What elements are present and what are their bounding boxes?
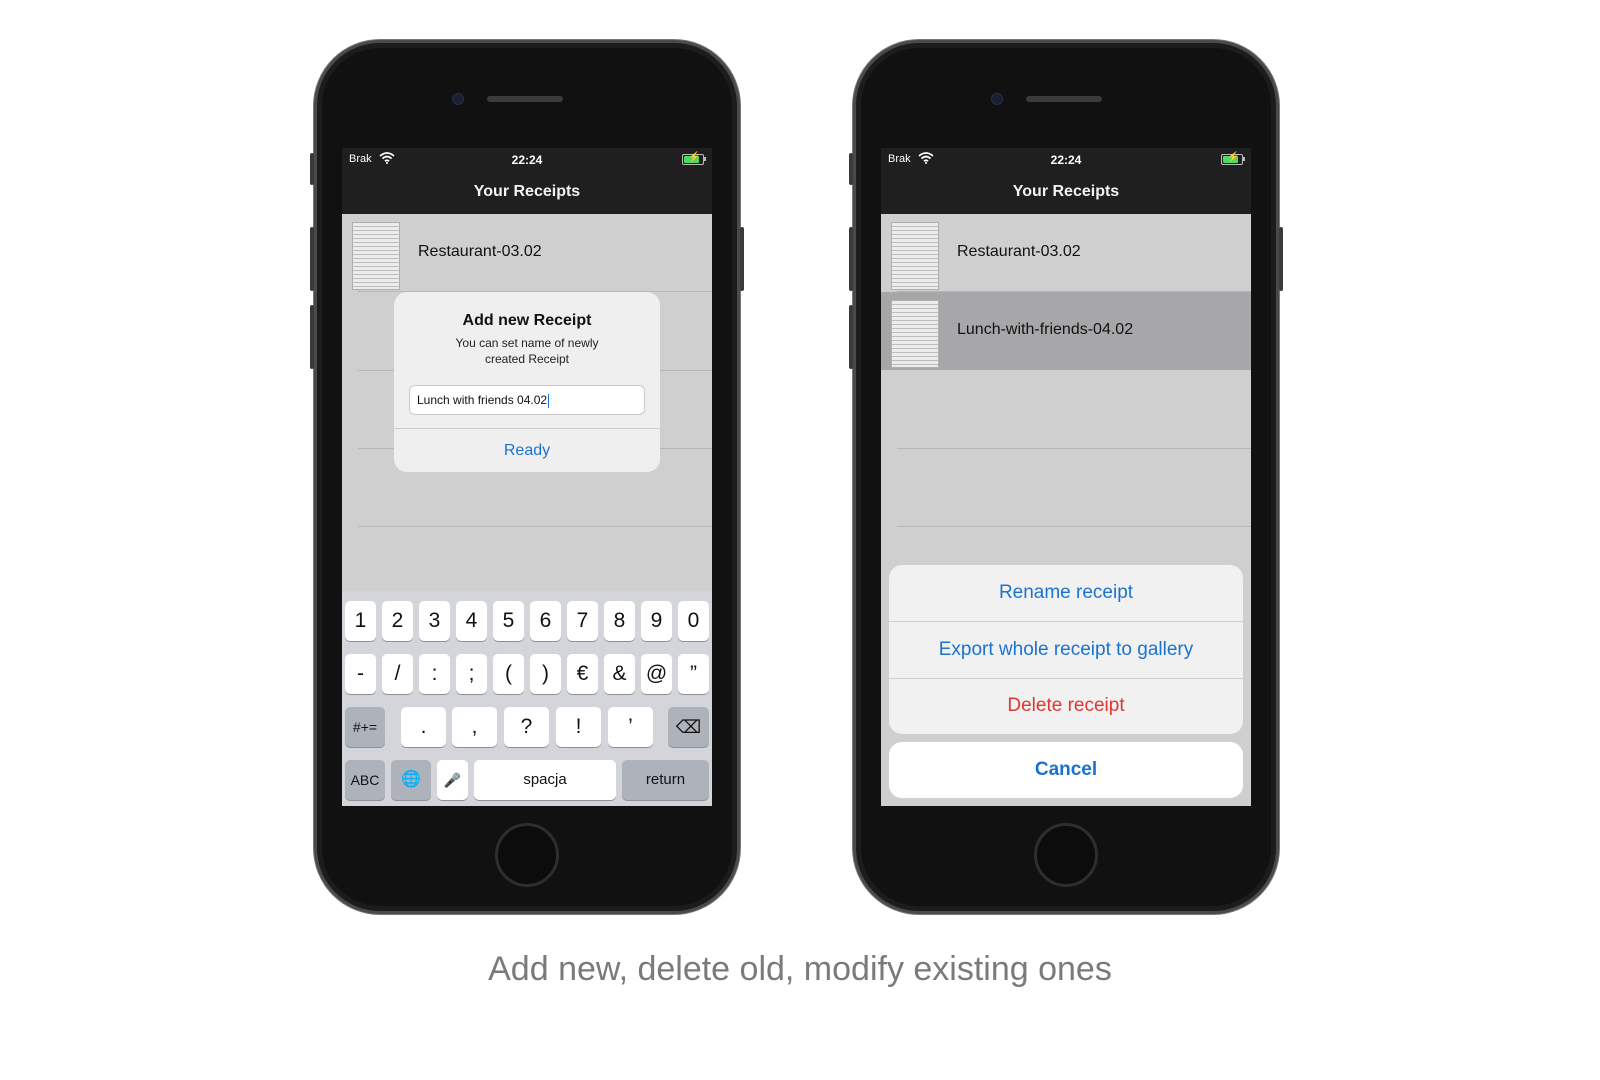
receipt-thumbnail — [891, 222, 939, 290]
key[interactable]: ’ — [608, 707, 653, 747]
volume-down-button — [849, 305, 853, 369]
earpiece-speaker — [1026, 96, 1102, 102]
key[interactable]: 9 — [641, 601, 672, 641]
row-divider — [358, 526, 712, 527]
battery-icon: ⚡ — [682, 152, 706, 165]
volume-down-button — [310, 305, 314, 369]
key[interactable]: ) — [530, 654, 561, 694]
key[interactable]: ? — [504, 707, 549, 747]
row-divider — [897, 448, 1251, 449]
input-value: Lunch with friends 04.02 — [417, 393, 548, 407]
earpiece-speaker — [487, 96, 563, 102]
list-item[interactable]: Restaurant-03.02 — [342, 214, 712, 292]
receipt-name: Restaurant-03.02 — [418, 243, 542, 260]
key[interactable]: 2 — [382, 601, 413, 641]
delete-key[interactable]: ⌫ — [668, 707, 709, 747]
battery-icon: ⚡ — [1221, 152, 1245, 165]
list-item[interactable]: Restaurant-03.02 — [881, 214, 1251, 292]
receipt-thumbnail — [891, 300, 939, 368]
key[interactable]: . — [401, 707, 446, 747]
screen: Brak 22:24 ⚡ Your Receipts Restaurant-03… — [342, 148, 712, 806]
symbols-toggle-key[interactable]: #+= — [345, 707, 385, 747]
nav-title: Your Receipts — [342, 170, 712, 214]
ready-button[interactable]: Ready — [394, 429, 660, 472]
key[interactable]: , — [452, 707, 497, 747]
key[interactable]: 1 — [345, 601, 376, 641]
key[interactable]: & — [604, 654, 635, 694]
receipt-name: Restaurant-03.02 — [957, 243, 1081, 260]
cancel-button[interactable]: Cancel — [889, 742, 1243, 798]
action-sheet: Rename receipt Export whole receipt to g… — [889, 565, 1243, 734]
rename-receipt-button[interactable]: Rename receipt — [889, 565, 1243, 621]
key[interactable]: : — [419, 654, 450, 694]
status-bar: Brak 22:24 ⚡ — [881, 148, 1251, 170]
receipt-name-input[interactable]: Lunch with friends 04.02 — [409, 385, 645, 415]
receipt-name: Lunch-with-friends-04.02 — [957, 321, 1134, 338]
key[interactable]: 3 — [419, 601, 450, 641]
front-camera — [452, 93, 464, 105]
phone-left: Brak 22:24 ⚡ Your Receipts Restaurant-03… — [310, 40, 744, 914]
text-caret — [548, 393, 550, 408]
list-item-selected[interactable]: Lunch-with-friends-04.02 — [881, 292, 1251, 370]
keyboard: 1 2 3 4 5 6 7 8 9 0 - / : ; ( ) € & @ ” … — [342, 591, 712, 806]
status-time: 22:24 — [511, 153, 543, 167]
microphone-key[interactable]: 🎤 — [437, 760, 468, 800]
delete-receipt-button[interactable]: Delete receipt — [889, 678, 1243, 734]
key[interactable]: ! — [556, 707, 601, 747]
volume-up-button — [849, 227, 853, 291]
key[interactable]: 0 — [678, 601, 709, 641]
status-time: 22:24 — [1050, 153, 1082, 167]
receipt-thumbnail — [352, 222, 400, 290]
key[interactable]: 6 — [530, 601, 561, 641]
power-button — [1279, 227, 1283, 291]
return-key[interactable]: return — [622, 760, 709, 800]
key[interactable]: 4 — [456, 601, 487, 641]
key[interactable]: / — [382, 654, 413, 694]
alert-title: Add new Receipt — [462, 312, 592, 329]
key[interactable]: ” — [678, 654, 709, 694]
nav-title: Your Receipts — [881, 170, 1251, 214]
status-bar: Brak 22:24 ⚡ — [342, 148, 712, 170]
home-button[interactable] — [1034, 823, 1098, 887]
page-caption: Add new, delete old, modify existing one… — [488, 950, 1112, 988]
front-camera — [991, 93, 1003, 105]
key[interactable]: @ — [641, 654, 672, 694]
key[interactable]: € — [567, 654, 598, 694]
export-receipt-button[interactable]: Export whole receipt to gallery — [889, 622, 1243, 678]
mute-switch — [849, 153, 853, 185]
volume-up-button — [310, 227, 314, 291]
key[interactable]: ( — [493, 654, 524, 694]
screen: Brak 22:24 ⚡ Your Receipts Restaurant-03… — [881, 148, 1251, 806]
phone-right: Brak 22:24 ⚡ Your Receipts Restaurant-03… — [849, 40, 1283, 914]
alert-message: You can set name of newly created Receip… — [455, 336, 599, 366]
key[interactable]: 5 — [493, 601, 524, 641]
key[interactable]: 8 — [604, 601, 635, 641]
globe-key[interactable]: 🌐 — [391, 760, 431, 800]
key[interactable]: 7 — [567, 601, 598, 641]
home-button[interactable] — [495, 823, 559, 887]
key[interactable]: - — [345, 654, 376, 694]
space-key[interactable]: spacja — [474, 760, 616, 800]
power-button — [740, 227, 744, 291]
abc-key[interactable]: ABC — [345, 760, 385, 800]
key[interactable]: ; — [456, 654, 487, 694]
mute-switch — [310, 153, 314, 185]
add-receipt-alert: Add new Receipt You can set name of newl… — [394, 292, 660, 472]
row-divider — [897, 526, 1251, 527]
